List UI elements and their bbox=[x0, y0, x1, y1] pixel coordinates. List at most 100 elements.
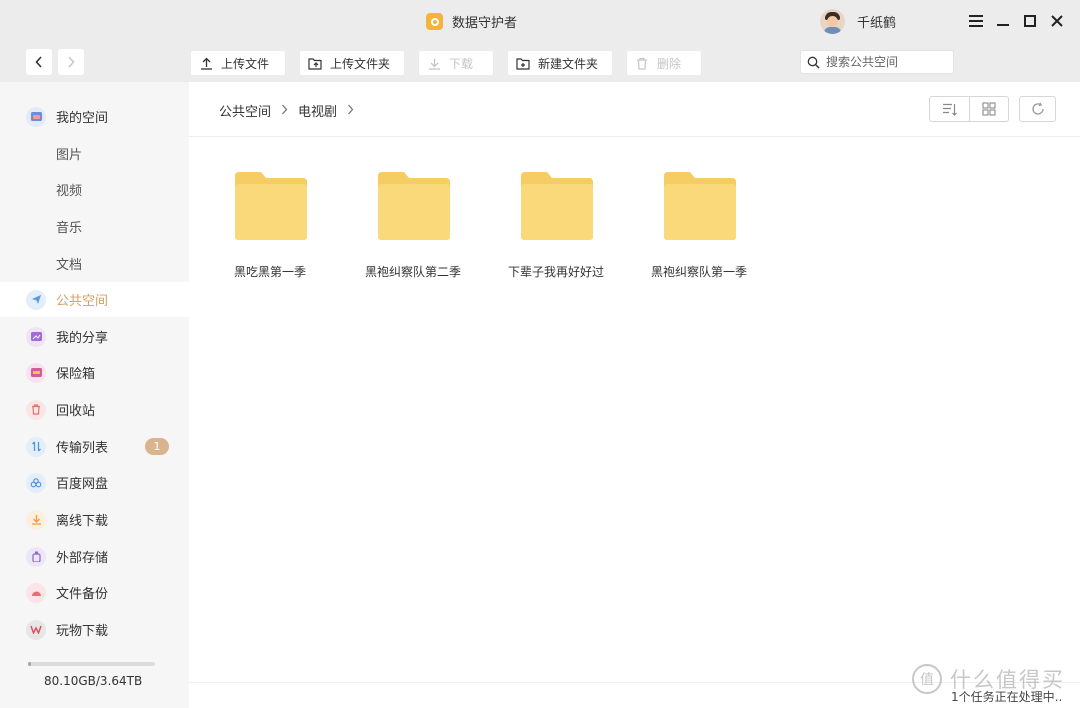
sidebar-item-my-share[interactable]: 我的分享 bbox=[0, 319, 189, 354]
sidebar-item-offline-download[interactable]: 离线下载 bbox=[0, 502, 189, 537]
minimize-icon[interactable] bbox=[995, 12, 1010, 29]
sidebar-subitem-documents[interactable]: 文档 bbox=[0, 246, 189, 281]
sidebar-item-toy-download[interactable]: 玩物下载 bbox=[0, 612, 189, 647]
offline-download-icon bbox=[26, 509, 46, 530]
sidebar-subitem-label: 图片 bbox=[56, 148, 83, 163]
storage-usage-fill bbox=[28, 662, 31, 666]
transfer-icon bbox=[26, 436, 46, 457]
upload-folder-button[interactable]: 上传文件夹 bbox=[300, 51, 404, 75]
search-input[interactable] bbox=[826, 55, 946, 69]
folder-name[interactable]: 黑袍纠察队第二季 bbox=[348, 263, 478, 280]
folder-icon bbox=[235, 172, 307, 240]
download-button[interactable]: 下载 bbox=[419, 51, 493, 75]
safe-box-icon bbox=[26, 362, 46, 383]
search-box[interactable] bbox=[800, 50, 954, 74]
download-label: 下载 bbox=[449, 56, 474, 71]
folder-item[interactable]: 下辈子我再好好过 bbox=[491, 170, 621, 280]
title-toolbar: 数据守护者 千纸鹤 上传文件 上传文件夹 下载 新建文件夹 删除 搜索公共空间 bbox=[0, 0, 1080, 82]
window-controls bbox=[968, 12, 1064, 29]
watermark: 值 什么值得买 bbox=[912, 664, 1065, 694]
app-window: 数据守护者 千纸鹤 上传文件 上传文件夹 下载 新建文件夹 删除 搜索公共空间 … bbox=[0, 0, 1080, 708]
menu-icon[interactable] bbox=[968, 12, 983, 29]
user-name[interactable]: 千纸鹤 bbox=[857, 12, 896, 31]
folder-name[interactable]: 黑袍纠察队第一季 bbox=[634, 263, 764, 280]
new-folder-button[interactable]: 新建文件夹 bbox=[508, 51, 612, 75]
upload-icon bbox=[199, 56, 213, 70]
folder-icon bbox=[521, 172, 593, 240]
upload-file-button[interactable]: 上传文件 bbox=[191, 51, 285, 75]
transfer-count-badge: 1 bbox=[145, 438, 169, 455]
search-icon bbox=[807, 56, 820, 68]
paper-plane-icon bbox=[26, 289, 46, 310]
download-icon bbox=[427, 56, 441, 70]
sidebar-subitem-pictures[interactable]: 图片 bbox=[0, 136, 189, 171]
sidebar-item-label: 公共空间 bbox=[56, 294, 109, 309]
user-profile[interactable]: 千纸鹤 bbox=[820, 9, 896, 34]
trash-icon bbox=[635, 56, 649, 70]
close-icon[interactable] bbox=[1049, 12, 1064, 29]
new-folder-icon bbox=[516, 56, 530, 70]
recycle-bin-icon bbox=[26, 399, 46, 420]
upload-file-label: 上传文件 bbox=[221, 56, 270, 71]
folder-icon bbox=[664, 172, 736, 240]
chevron-left-icon bbox=[35, 56, 42, 68]
storage-usage-bar bbox=[28, 662, 155, 666]
delete-button[interactable]: 删除 bbox=[627, 51, 701, 75]
sidebar-item-label: 百度网盘 bbox=[56, 477, 109, 492]
chevron-right-icon bbox=[281, 104, 288, 118]
folder-item[interactable]: 黑袍纠察队第二季 bbox=[348, 170, 478, 280]
breadcrumb: 公共空间 电视剧 bbox=[219, 101, 354, 120]
upload-folder-label: 上传文件夹 bbox=[330, 56, 391, 71]
main-content: 公共空间 电视剧 黑吃黑第一季 黑袍纠察队第二季 下辈子我再好好过 黑袍纠察队第… bbox=[189, 82, 1080, 708]
avatar[interactable] bbox=[820, 9, 845, 34]
watermark-logo-icon: 值 bbox=[912, 664, 942, 694]
usb-drive-icon bbox=[26, 546, 46, 567]
sidebar-item-my-space[interactable]: 我的空间 bbox=[0, 99, 189, 134]
sidebar-subitem-label: 音乐 bbox=[56, 221, 83, 236]
breadcrumb-item[interactable]: 公共空间 bbox=[219, 101, 271, 120]
watermark-text: 什么值得买 bbox=[950, 668, 1065, 692]
window-title: 数据守护者 bbox=[452, 16, 518, 31]
delete-label: 删除 bbox=[657, 56, 682, 71]
sidebar-item-label: 文件备份 bbox=[56, 587, 109, 602]
view-mode-toggle bbox=[929, 96, 1009, 122]
sidebar-item-backup[interactable]: 文件备份 bbox=[0, 575, 189, 610]
sidebar-subitem-label: 文档 bbox=[56, 258, 83, 273]
sidebar-item-baidu[interactable]: 百度网盘 bbox=[0, 465, 189, 500]
breadcrumb-item[interactable]: 电视剧 bbox=[298, 101, 337, 120]
sidebar-item-label: 离线下载 bbox=[56, 514, 109, 529]
forward-button[interactable] bbox=[58, 49, 84, 75]
grid-view-icon[interactable] bbox=[969, 97, 1008, 121]
folder-name[interactable]: 黑吃黑第一季 bbox=[205, 263, 335, 280]
upload-folder-icon bbox=[308, 56, 322, 70]
sidebar-item-label: 我的分享 bbox=[56, 331, 109, 346]
app-logo-icon bbox=[426, 13, 443, 30]
refresh-button[interactable] bbox=[1019, 96, 1056, 122]
sidebar-item-external-storage[interactable]: 外部存储 bbox=[0, 539, 189, 574]
sidebar-subitem-videos[interactable]: 视频 bbox=[0, 172, 189, 207]
sidebar-subitem-music[interactable]: 音乐 bbox=[0, 209, 189, 244]
sidebar-item-label: 回收站 bbox=[56, 404, 96, 419]
chevron-right-icon bbox=[347, 104, 354, 118]
sidebar-subitem-label: 视频 bbox=[56, 184, 83, 199]
sidebar-item-transfer[interactable]: 传输列表 1 bbox=[0, 429, 189, 464]
sidebar-item-label: 传输列表 bbox=[56, 441, 109, 456]
sidebar-item-label: 玩物下载 bbox=[56, 624, 109, 639]
cloud-icon bbox=[26, 472, 46, 493]
backup-icon bbox=[26, 582, 46, 603]
maximize-icon[interactable] bbox=[1022, 12, 1037, 29]
refresh-icon bbox=[1031, 102, 1044, 115]
my-space-icon bbox=[26, 106, 46, 127]
sidebar-item-safe-box[interactable]: 保险箱 bbox=[0, 355, 189, 390]
sort-list-icon[interactable] bbox=[930, 97, 969, 121]
sidebar-item-public-space[interactable]: 公共空间 bbox=[0, 282, 189, 317]
folder-item[interactable]: 黑吃黑第一季 bbox=[205, 170, 335, 280]
sidebar-item-recycle[interactable]: 回收站 bbox=[0, 392, 189, 427]
header-divider bbox=[189, 136, 1080, 137]
new-folder-label: 新建文件夹 bbox=[538, 56, 599, 71]
back-button[interactable] bbox=[26, 49, 52, 75]
sidebar-item-label: 我的空间 bbox=[56, 111, 109, 126]
folder-name[interactable]: 下辈子我再好好过 bbox=[491, 263, 621, 280]
folder-item[interactable]: 黑袍纠察队第一季 bbox=[634, 170, 764, 280]
share-icon bbox=[26, 326, 46, 347]
